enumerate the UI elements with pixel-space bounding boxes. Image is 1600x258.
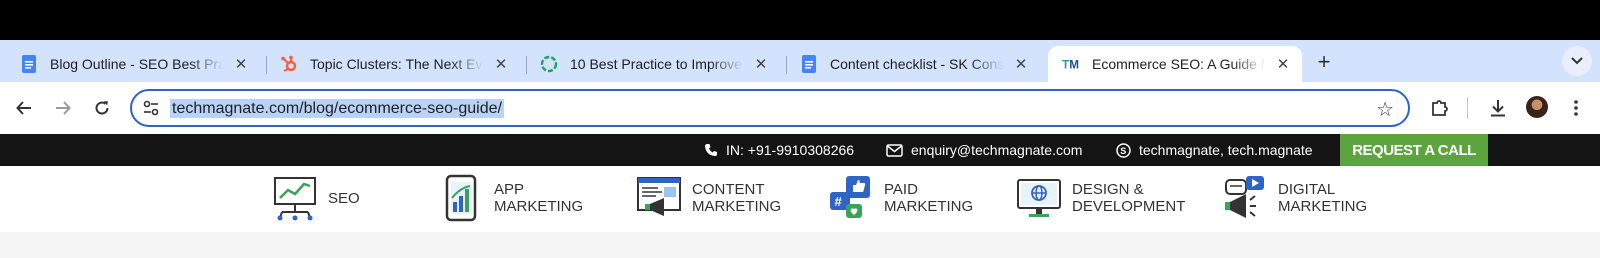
site-settings-icon[interactable] <box>142 99 160 117</box>
download-icon <box>1491 100 1505 117</box>
envelope-icon <box>886 143 903 157</box>
menu-item-content-marketing[interactable]: CONTENT MARKETING <box>636 172 781 224</box>
menu-item-seo[interactable]: SEO <box>272 172 360 224</box>
close-icon[interactable]: ✕ <box>232 55 250 73</box>
hubspot-icon <box>280 55 298 73</box>
skype-link[interactable]: S techmagnate, tech.magnate <box>1116 142 1313 158</box>
kebab-menu-icon <box>1574 100 1578 116</box>
menu-label: PAID MARKETING <box>884 181 974 215</box>
web-page: IN: +91-9910308266 enquiry@techmagnate.c… <box>0 134 1600 258</box>
phone-icon <box>705 144 717 156</box>
svg-text:M: M <box>1069 59 1079 72</box>
close-icon[interactable]: ✕ <box>1274 55 1292 73</box>
menu-label: DIGITAL MARKETING <box>1278 181 1368 215</box>
close-icon[interactable]: ✕ <box>752 55 770 73</box>
reload-icon <box>95 101 109 115</box>
contact-bar: IN: +91-9910308266 enquiry@techmagnate.c… <box>0 134 1600 166</box>
techmagnate-icon: TM <box>1062 55 1080 73</box>
tab-ecommerce-seo[interactable]: TM Ecommerce SEO: A Guide for ✕ <box>1048 46 1302 82</box>
skype-icon: S <box>1116 142 1131 158</box>
menu-label: APP MARKETING <box>494 181 584 215</box>
forward-button[interactable] <box>49 94 77 122</box>
close-icon[interactable]: ✕ <box>492 55 510 73</box>
paid-social-icon: # <box>830 176 870 218</box>
digital-megaphone-icon <box>1225 176 1264 218</box>
monitor-globe-icon <box>1017 179 1061 217</box>
back-arrow-icon <box>16 101 31 115</box>
menu-item-paid-marketing[interactable]: # PAID MARKETING <box>828 172 973 224</box>
google-docs-icon <box>800 55 818 73</box>
tab-title: 10 Best Practice to Improve Your <box>570 56 744 72</box>
email-text: enquiry@techmagnate.com <box>911 142 1083 158</box>
reload-button[interactable] <box>88 94 116 122</box>
svg-text:S: S <box>1120 146 1126 156</box>
puzzle-icon <box>1432 100 1448 116</box>
tab-content-checklist[interactable]: Content checklist - SK Consulting ✕ <box>786 46 1040 82</box>
tab-title: Topic Clusters: The Next Evolution <box>310 56 484 72</box>
loading-ring-icon <box>540 55 558 73</box>
content-megaphone-icon <box>637 177 681 216</box>
tab-topic-clusters[interactable]: Topic Clusters: The Next Evolution ✕ <box>266 46 520 82</box>
mobile-app-icon <box>445 174 477 222</box>
tab-best-practice[interactable]: 10 Best Practice to Improve Your ✕ <box>526 46 780 82</box>
phone-text: IN: +91-9910308266 <box>726 142 855 158</box>
new-tab-button[interactable]: + <box>1310 48 1338 76</box>
google-docs-icon <box>20 55 38 73</box>
menu-item-app-marketing[interactable]: APP MARKETING <box>438 172 583 224</box>
menu-item-digital-marketing[interactable]: DIGITAL MARKETING <box>1222 172 1367 224</box>
bookmark-star-icon[interactable]: ☆ <box>1376 97 1394 122</box>
tab-strip: Blog Outline - SEO Best Practices ✕ Topi… <box>0 40 1600 82</box>
back-button[interactable] <box>10 94 38 122</box>
tab-title: Content checklist - SK Consulting <box>830 56 1004 72</box>
menu-label: SEO <box>328 189 360 207</box>
extensions-button[interactable] <box>1426 94 1454 122</box>
svg-text:#: # <box>835 194 843 209</box>
forward-arrow-icon <box>56 101 71 115</box>
services-menu: SEO APP MARKETING CONTENT MARKETING # PA… <box>0 166 1600 232</box>
tab-title: Blog Outline - SEO Best Practices <box>50 56 224 72</box>
address-bar[interactable]: techmagnate.com/blog/ecommerce-seo-guide… <box>130 89 1410 127</box>
close-icon[interactable]: ✕ <box>1012 55 1030 73</box>
tab-search-button[interactable] <box>1562 46 1592 76</box>
article-body-area <box>0 232 1600 258</box>
tab-blog-outline[interactable]: Blog Outline - SEO Best Practices ✕ <box>6 46 260 82</box>
menu-label: DESIGN & DEVELOPMENT <box>1072 181 1186 215</box>
email-link[interactable]: enquiry@techmagnate.com <box>886 142 1082 158</box>
phone-link[interactable]: IN: +91-9910308266 <box>704 142 854 158</box>
request-call-button[interactable]: REQUEST A CALL <box>1340 134 1488 166</box>
seo-chart-icon <box>274 177 316 221</box>
tab-title: Ecommerce SEO: A Guide for <box>1092 56 1266 72</box>
menu-label: CONTENT MARKETING <box>692 181 782 215</box>
browser-toolbar: techmagnate.com/blog/ecommerce-seo-guide… <box>0 82 1600 134</box>
browser-menu-button[interactable] <box>1562 94 1590 122</box>
chevron-down-icon <box>1571 57 1583 65</box>
toolbar-divider <box>1467 97 1468 119</box>
downloads-button[interactable] <box>1484 94 1512 122</box>
skype-text: techmagnate, tech.magnate <box>1139 142 1313 158</box>
menu-item-design-development[interactable]: DESIGN & DEVELOPMENT <box>1016 172 1185 224</box>
profile-avatar[interactable] <box>1526 96 1548 118</box>
url-text[interactable]: techmagnate.com/blog/ecommerce-seo-guide… <box>170 99 504 118</box>
